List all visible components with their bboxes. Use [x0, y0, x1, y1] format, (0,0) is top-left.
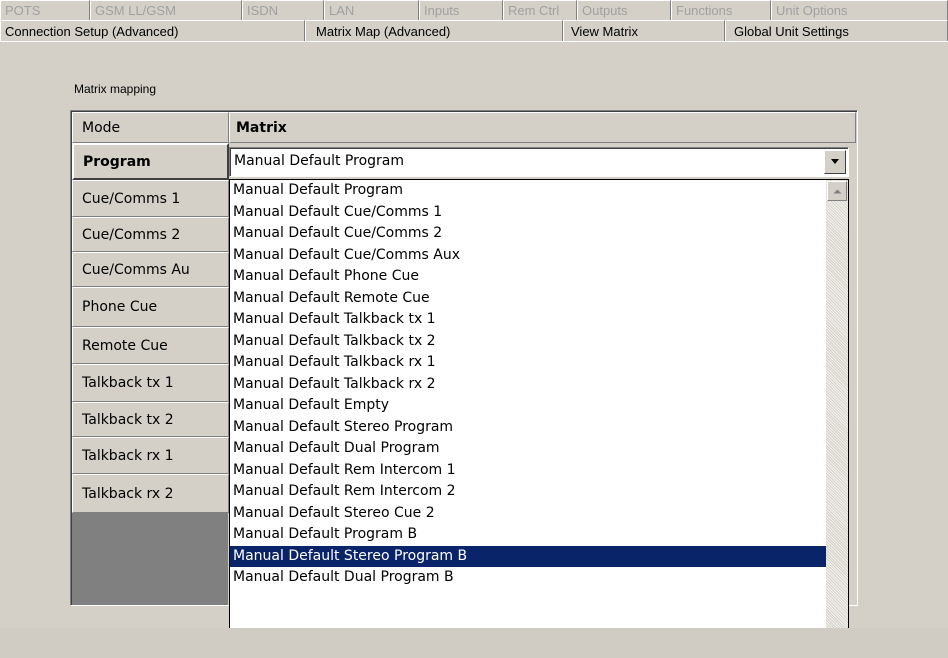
- list-option[interactable]: Manual Default Stereo Cue 2: [230, 503, 826, 525]
- tab-pots[interactable]: POTS: [0, 0, 90, 20]
- options-container: Manual Default Program Manual Default Cue…: [230, 180, 826, 589]
- list-option[interactable]: Manual Default Talkback tx 2: [230, 331, 826, 353]
- list-option[interactable]: Manual Default Phone Cue: [230, 266, 826, 288]
- matrix-mapping-label: Matrix mapping: [74, 82, 157, 96]
- tab-isdn[interactable]: ISDN: [242, 0, 324, 20]
- list-option[interactable]: Manual Default Rem Intercom 2: [230, 481, 826, 503]
- grid-empty-area: [72, 513, 228, 605]
- tab-matrix-map[interactable]: Matrix Map (Advanced): [305, 20, 563, 41]
- tab-global-unit-settings[interactable]: Global Unit Settings: [725, 20, 948, 41]
- list-option[interactable]: Manual Default Cue/Comms 2: [230, 223, 826, 245]
- list-option[interactable]: Manual Default Talkback tx 1: [230, 309, 826, 331]
- header-matrix: Matrix: [229, 112, 856, 143]
- list-option[interactable]: Manual Default Empty: [230, 395, 826, 417]
- list-option[interactable]: Manual Default Talkback rx 2: [230, 374, 826, 396]
- chevron-down-icon: [831, 159, 839, 164]
- list-option[interactable]: Manual Default Program B: [230, 524, 826, 546]
- tab-lan[interactable]: LAN: [324, 0, 419, 20]
- row-label-talkback-rx-2[interactable]: Talkback rx 2: [72, 474, 229, 513]
- tab-gsm[interactable]: GSM LL/GSM: [90, 0, 242, 20]
- list-option[interactable]: Manual Default Cue/Comms 1: [230, 202, 826, 224]
- matrix-program-select[interactable]: Manual Default Program: [229, 147, 849, 177]
- list-option[interactable]: Manual Default Dual Program: [230, 438, 826, 460]
- tab-connection-setup[interactable]: Connection Setup (Advanced): [0, 20, 305, 41]
- tab-inputs[interactable]: Inputs: [419, 0, 503, 20]
- tab-row-top: POTS GSM LL/GSM ISDN LAN Inputs Rem Ctrl…: [0, 0, 948, 20]
- tab-functions[interactable]: Functions: [671, 0, 771, 20]
- matrix-select-value: Manual Default Program: [234, 153, 404, 169]
- row-label-phone-cue[interactable]: Phone Cue: [72, 287, 229, 327]
- header-mode: Mode: [72, 112, 229, 143]
- dropdown-button[interactable]: [824, 150, 846, 174]
- list-option[interactable]: Manual Default Stereo Program B: [230, 545, 826, 567]
- row-label-talkback-rx-1[interactable]: Talkback rx 1: [72, 437, 229, 474]
- tab-rem-ctrl[interactable]: Rem Ctrl: [503, 0, 577, 20]
- row-label-talkback-tx-2[interactable]: Talkback tx 2: [72, 402, 229, 437]
- list-option[interactable]: Manual Default Remote Cue: [230, 288, 826, 310]
- list-option[interactable]: Manual Default Stereo Program: [230, 417, 826, 439]
- list-option[interactable]: Manual Default Rem Intercom 1: [230, 460, 826, 482]
- tab-outputs[interactable]: Outputs: [577, 0, 671, 20]
- tab-row-bottom: Connection Setup (Advanced) Matrix Map (…: [0, 20, 948, 42]
- tab-unit-options[interactable]: Unit Options: [771, 0, 948, 20]
- tab-view-matrix[interactable]: View Matrix: [563, 20, 725, 41]
- row-label-cue-comms-aux[interactable]: Cue/Comms Au: [72, 252, 229, 287]
- row-label-cue-comms-2[interactable]: Cue/Comms 2: [72, 217, 229, 252]
- row-label-program[interactable]: Program: [72, 143, 229, 180]
- list-scrollbar[interactable]: [826, 180, 848, 652]
- window-bottom-edge: [0, 628, 948, 658]
- matrix-options-list[interactable]: Manual Default Program Manual Default Cue…: [229, 179, 849, 653]
- scroll-up-button[interactable]: [827, 181, 847, 201]
- list-option[interactable]: Manual Default Talkback rx 1: [230, 352, 826, 374]
- list-option[interactable]: Manual Default Program: [230, 180, 826, 202]
- list-option[interactable]: Manual Default Dual Program B: [230, 567, 826, 589]
- row-label-talkback-tx-1[interactable]: Talkback tx 1: [72, 364, 229, 402]
- row-label-remote-cue[interactable]: Remote Cue: [72, 327, 229, 364]
- scroll-up-icon: [833, 189, 841, 193]
- row-label-cue-comms-1[interactable]: Cue/Comms 1: [72, 180, 229, 217]
- list-option[interactable]: Manual Default Cue/Comms Aux: [230, 245, 826, 267]
